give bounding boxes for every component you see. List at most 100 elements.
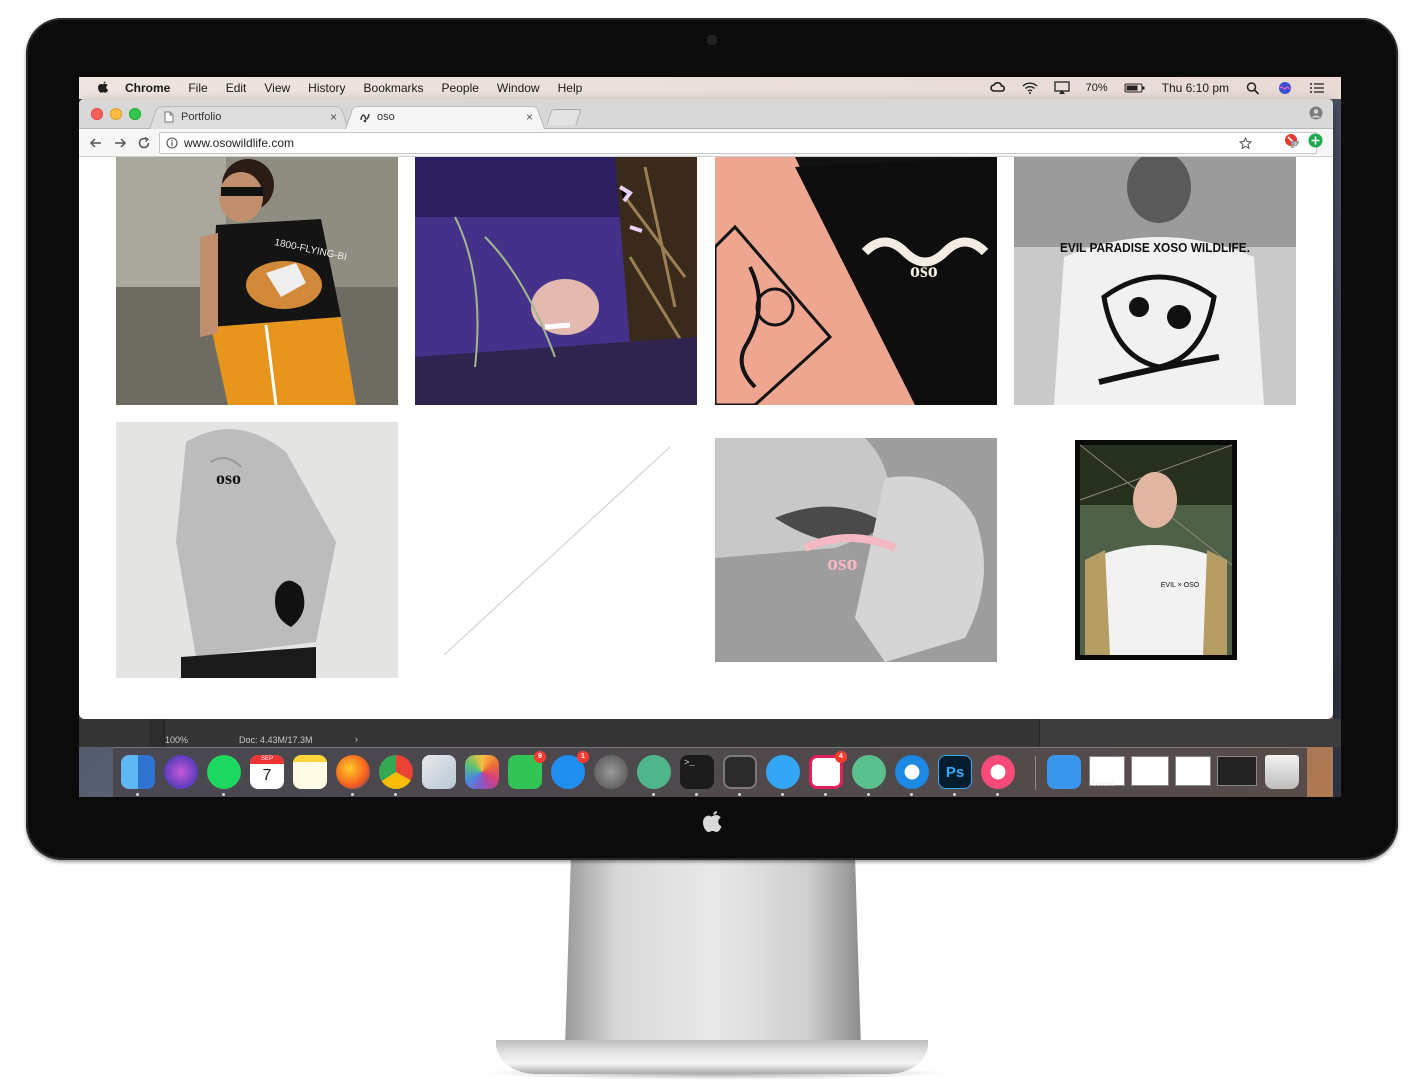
minimized-window-thumbnail[interactable] bbox=[1175, 756, 1211, 786]
apple-logo-icon bbox=[703, 811, 722, 832]
trash-icon[interactable] bbox=[1265, 755, 1299, 789]
document-icon bbox=[164, 111, 174, 122]
forward-arrow-icon[interactable] bbox=[113, 136, 127, 150]
gallery-photo-pink-box-snake[interactable]: oso bbox=[715, 157, 997, 405]
reload-icon[interactable] bbox=[137, 136, 151, 150]
gallery-photo-evil-paradise-back-tee[interactable]: EVIL PARADISE XOSO WILDLIFE. bbox=[1014, 157, 1296, 405]
messages-icon[interactable] bbox=[766, 755, 800, 789]
desktop-wallpaper bbox=[1333, 77, 1341, 797]
terminal-icon[interactable]: >_ bbox=[680, 755, 714, 789]
spotify-icon[interactable] bbox=[207, 755, 241, 789]
battery-icon[interactable] bbox=[1124, 81, 1146, 95]
menu-bookmarks[interactable]: Bookmarks bbox=[364, 81, 424, 95]
activity-monitor-icon[interactable] bbox=[723, 755, 757, 789]
menu-window[interactable]: Window bbox=[497, 81, 540, 95]
close-tab-icon[interactable]: × bbox=[526, 110, 533, 124]
tee-print-text: EVIL PARADISE XOSO WILDLIFE. bbox=[1060, 240, 1250, 255]
status-area: 70% Thu 6:10 pm bbox=[989, 77, 1325, 99]
running-indicator bbox=[136, 793, 139, 796]
menu-edit[interactable]: Edit bbox=[226, 81, 247, 95]
monitor-stand-base bbox=[496, 1040, 928, 1074]
dock: SEP 7 9 1 >_ 4 Ps fsevent bbox=[113, 747, 1307, 797]
terminal-prompt: >_ bbox=[684, 758, 695, 768]
photoshop-label: Ps bbox=[945, 764, 965, 781]
siri-icon[interactable] bbox=[1277, 81, 1293, 95]
website-gallery: 1800-FLYING-BI oso EVIL PARADISE XOSO WI… bbox=[79, 157, 1333, 719]
back-arrow-icon[interactable] bbox=[89, 136, 103, 150]
calendar-icon[interactable]: SEP 7 bbox=[250, 755, 284, 789]
tab-oso[interactable]: oso × bbox=[345, 104, 545, 129]
creative-cloud-icon[interactable] bbox=[989, 81, 1006, 95]
oso-logo-text: oso bbox=[910, 260, 938, 282]
bookmark-star-icon[interactable] bbox=[1239, 137, 1252, 150]
running-indicator bbox=[351, 793, 354, 796]
atom-icon-2[interactable] bbox=[852, 755, 886, 789]
menu-file[interactable]: File bbox=[188, 81, 207, 95]
zoom-window-button[interactable] bbox=[129, 108, 141, 120]
address-bar[interactable]: www.osowildlife.com bbox=[159, 132, 1317, 154]
menu-view[interactable]: View bbox=[264, 81, 290, 95]
menu-history[interactable]: History bbox=[308, 81, 345, 95]
wifi-icon[interactable] bbox=[1022, 81, 1038, 95]
gallery-photo-purple-sweatshirt[interactable] bbox=[415, 157, 697, 405]
photoshop-icon[interactable]: Ps bbox=[938, 755, 972, 789]
gallery-photo-placeholder[interactable] bbox=[444, 447, 670, 655]
tee-print-text: EVIL × OSO bbox=[1161, 582, 1200, 589]
siri-icon[interactable] bbox=[164, 755, 198, 789]
atom-icon[interactable] bbox=[637, 755, 671, 789]
downloads-folder-icon[interactable] bbox=[1047, 755, 1081, 789]
extension-green-icon[interactable] bbox=[1308, 133, 1323, 148]
photoshop-doc-size: Doc: 4.43M/17.3M bbox=[239, 735, 313, 745]
hoodie-logo-text: oso bbox=[216, 468, 241, 488]
chrome-icon[interactable] bbox=[379, 755, 413, 789]
photoshop-layers-panel bbox=[1039, 719, 1341, 747]
finder-icon[interactable] bbox=[121, 755, 155, 789]
desktop-scene: Chrome File Edit View History Bookmarks … bbox=[0, 0, 1426, 1087]
airplay-icon[interactable] bbox=[1053, 81, 1070, 95]
thumbnail-label: fsevent bbox=[1091, 781, 1114, 788]
extension-adblock-icon[interactable]: 2 bbox=[1284, 133, 1299, 148]
preview-icon[interactable] bbox=[422, 755, 456, 789]
apple-menu-icon[interactable] bbox=[95, 80, 111, 96]
battery-percent: 70% bbox=[1085, 82, 1108, 94]
photoshop-zoom[interactable]: 100% bbox=[165, 735, 188, 745]
safari-icon[interactable] bbox=[895, 755, 929, 789]
minimize-window-button[interactable] bbox=[110, 108, 122, 120]
url-text[interactable]: www.osowildlife.com bbox=[184, 136, 294, 150]
gallery-photo-grey-hoodie[interactable]: oso bbox=[116, 422, 398, 678]
minimized-window-thumbnail[interactable] bbox=[1217, 756, 1257, 786]
calendar-day: 7 bbox=[262, 767, 272, 784]
gallery-photo-woman-black-tee[interactable]: 1800-FLYING-BI bbox=[116, 157, 398, 405]
running-indicator bbox=[867, 793, 870, 796]
running-indicator bbox=[695, 793, 698, 796]
photoshop-arrow-icon[interactable]: › bbox=[355, 734, 358, 744]
new-tab-button[interactable] bbox=[546, 109, 582, 125]
spotlight-search-icon[interactable] bbox=[1245, 81, 1261, 95]
itunes-icon[interactable] bbox=[981, 755, 1015, 789]
close-tab-icon[interactable]: × bbox=[330, 110, 337, 124]
profile-icon[interactable] bbox=[1309, 106, 1323, 120]
minimized-window-thumbnail[interactable] bbox=[1131, 756, 1169, 786]
site-info-icon[interactable] bbox=[166, 137, 178, 149]
menu-bar: Chrome File Edit View History Bookmarks … bbox=[79, 77, 1341, 99]
browser-toolbar: www.osowildlife.com 2 bbox=[79, 129, 1333, 157]
clock[interactable]: Thu 6:10 pm bbox=[1162, 81, 1229, 95]
pink-oso-logo-text: oso bbox=[827, 550, 858, 575]
chrome-window: Portfolio × oso × www.osowildlife.com 2 … bbox=[79, 99, 1333, 719]
running-indicator bbox=[222, 793, 225, 796]
system-preferences-icon[interactable] bbox=[594, 755, 628, 789]
menu-help[interactable]: Help bbox=[558, 81, 583, 95]
notification-center-icon[interactable] bbox=[1309, 81, 1325, 95]
firefox-icon[interactable] bbox=[336, 755, 370, 789]
notes-icon[interactable] bbox=[293, 755, 327, 789]
tab-portfolio[interactable]: Portfolio × bbox=[149, 104, 349, 129]
menu-app-name[interactable]: Chrome bbox=[125, 81, 170, 95]
close-window-button[interactable] bbox=[91, 108, 103, 120]
menu-people[interactable]: People bbox=[442, 81, 479, 95]
running-indicator bbox=[394, 793, 397, 796]
camera-icon bbox=[708, 36, 716, 44]
gallery-photo-lips-pink-logo[interactable]: oso bbox=[715, 438, 997, 662]
gallery-photo-man-white-tee[interactable]: EVIL × OSO bbox=[1075, 440, 1237, 660]
tab-strip: Portfolio × oso × bbox=[79, 99, 1333, 129]
photos-icon[interactable] bbox=[465, 755, 499, 789]
